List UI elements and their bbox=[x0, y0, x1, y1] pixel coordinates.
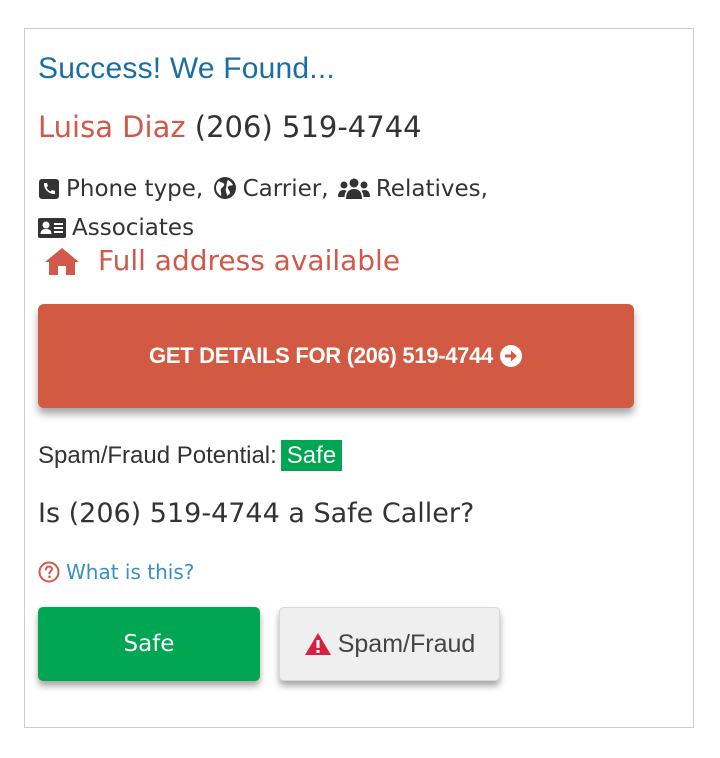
phone-square-icon bbox=[39, 179, 59, 199]
feature-label: Carrier, bbox=[242, 176, 329, 202]
spam-potential-label: Spam/Fraud Potential: bbox=[38, 442, 277, 469]
result-headline: Success! We Found... bbox=[38, 52, 335, 85]
what-is-this-label: What is this? bbox=[66, 560, 195, 584]
warning-triangle-icon bbox=[304, 633, 331, 655]
get-details-label: GET DETAILS FOR (206) 519-4744 bbox=[149, 343, 493, 368]
safe-caller-question: Is (206) 519-4744 a Safe Caller? bbox=[38, 498, 475, 529]
vote-safe-button[interactable]: Safe bbox=[38, 607, 260, 681]
globe-icon bbox=[213, 177, 236, 199]
phone-number: (206) 519-4744 bbox=[194, 110, 422, 144]
feature-label: Phone type, bbox=[66, 176, 204, 202]
feature-associates: Associates bbox=[38, 209, 194, 248]
what-is-this-link[interactable]: What is this? bbox=[38, 560, 194, 584]
users-icon bbox=[337, 178, 370, 199]
feature-label: Associates bbox=[72, 215, 195, 241]
id-card-icon bbox=[38, 218, 66, 238]
address-label: Full address available bbox=[98, 244, 401, 277]
address-availability: Full address available bbox=[44, 244, 400, 277]
spam-fraud-label: Spam/Fraud bbox=[337, 629, 476, 658]
home-icon bbox=[45, 248, 79, 275]
feature-relatives: Relatives, bbox=[337, 170, 488, 209]
get-details-button[interactable]: GET DETAILS FOR (206) 519-4744 bbox=[38, 304, 634, 408]
result-name-line: Luisa Diaz (206) 519-4744 bbox=[38, 110, 422, 144]
status-badge: Safe bbox=[280, 440, 343, 471]
available-features: Phone type, Carrier, Relatives, Associat… bbox=[38, 170, 558, 248]
arrow-circle-right-icon bbox=[499, 345, 522, 367]
vote-spam-fraud-button[interactable]: Spam/Fraud bbox=[279, 607, 500, 681]
question-circle-icon bbox=[38, 561, 60, 583]
feature-carrier: Carrier, bbox=[213, 170, 329, 209]
feature-label: Relatives, bbox=[375, 176, 488, 202]
feature-phone-type: Phone type, bbox=[38, 170, 203, 209]
person-name: Luisa Diaz bbox=[38, 110, 186, 144]
spam-potential: Spam/Fraud Potential: Safe bbox=[38, 440, 343, 471]
